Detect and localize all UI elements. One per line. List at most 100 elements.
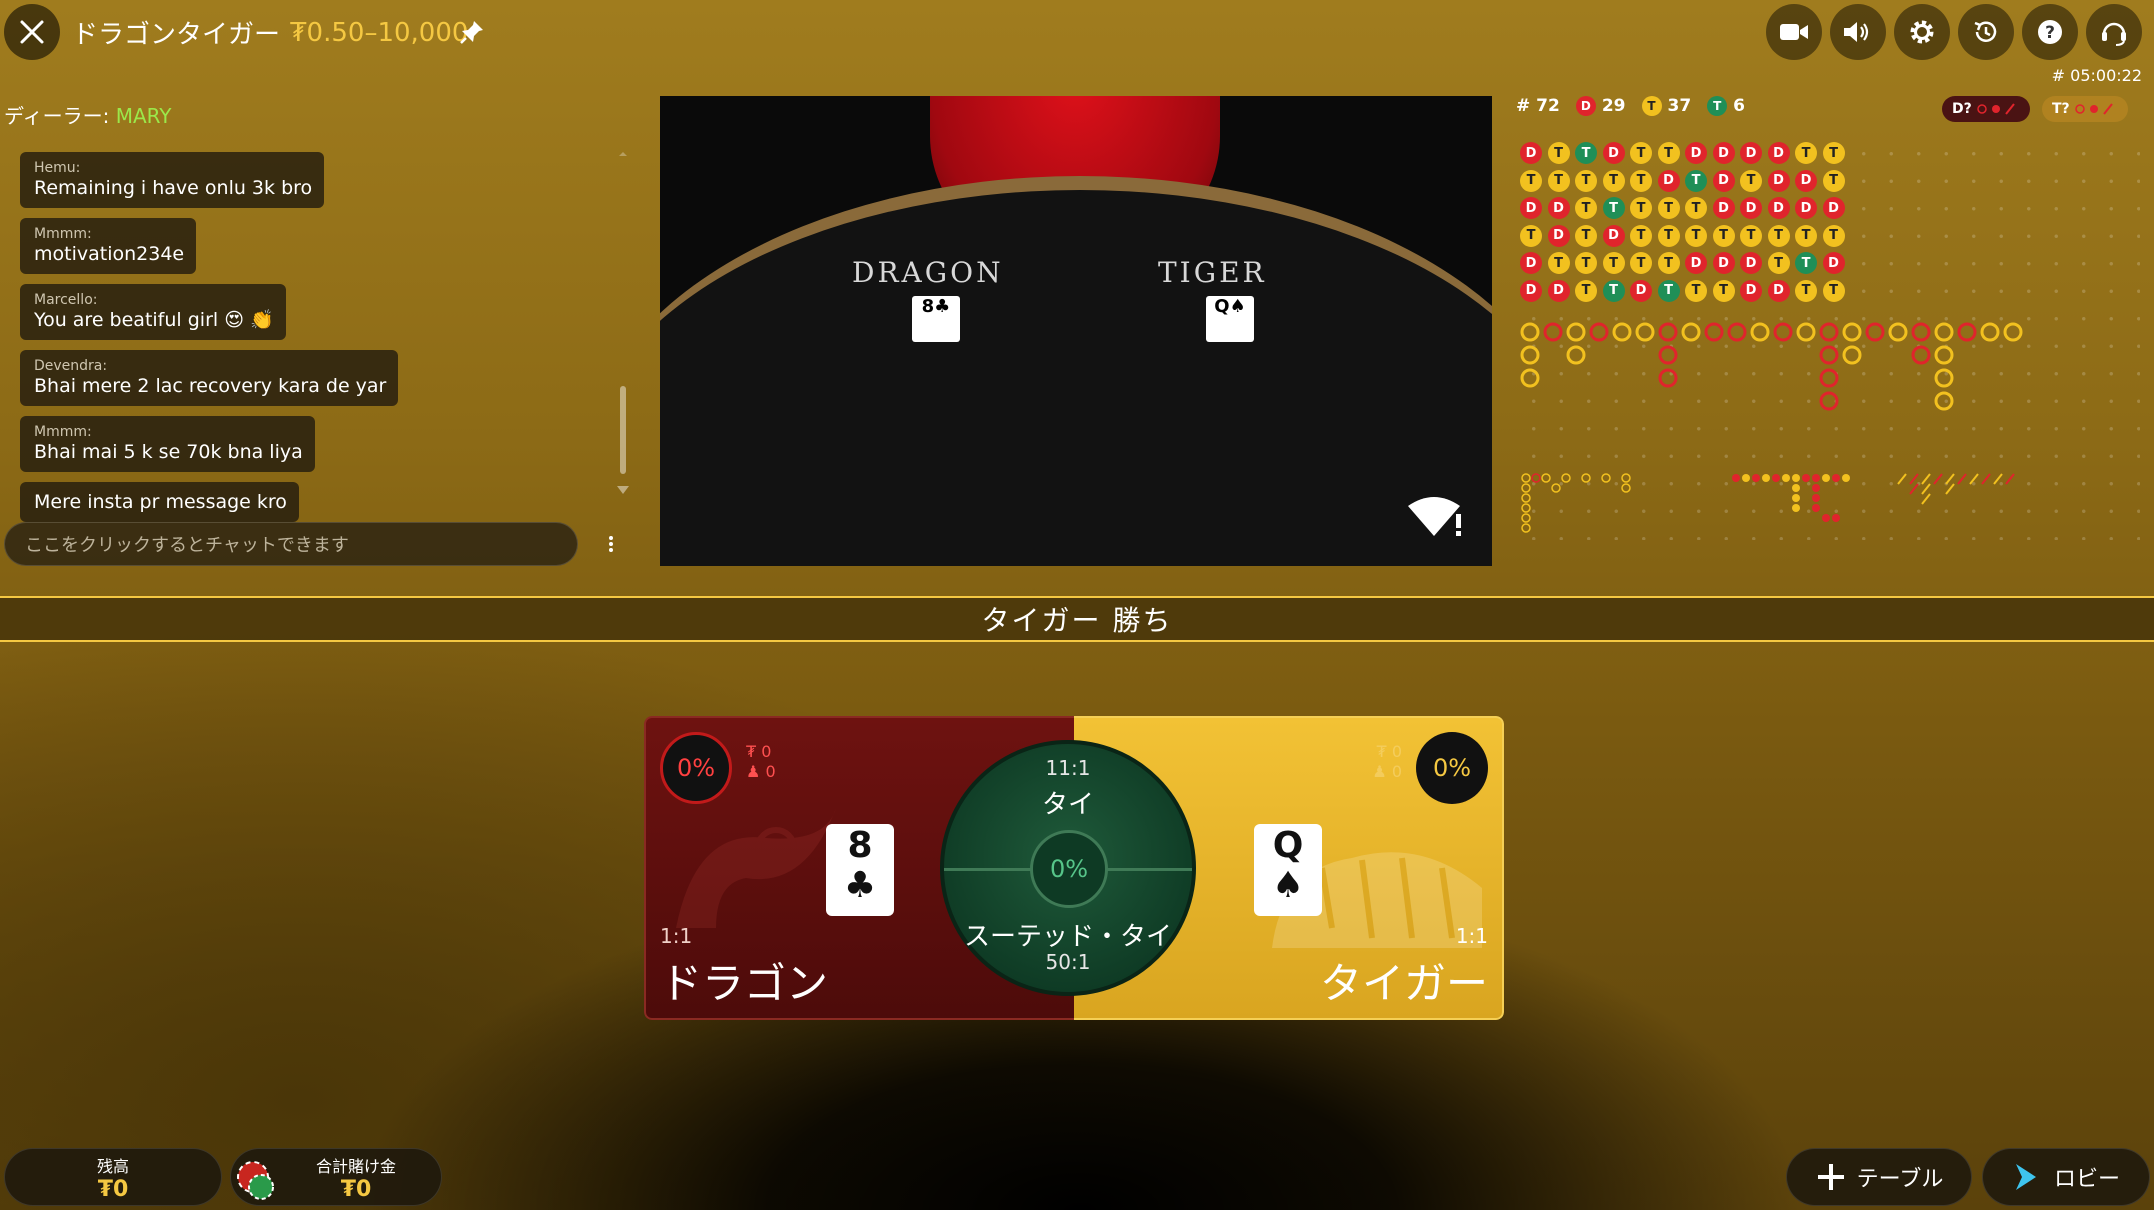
bead-road-cell: T [1575, 279, 1597, 302]
ask-tiger-label: T? [2052, 101, 2070, 117]
bead-road-cell: D [1712, 142, 1735, 164]
video-dragon-card: 8♣ [912, 296, 960, 342]
tiger-label: タイガー [1319, 959, 1488, 1008]
gear-icon [1910, 20, 1934, 44]
speaker-icon [1844, 22, 1869, 42]
bead-road-cell: T [1685, 279, 1707, 302]
shoe-stats: # 72 D 29 T 37 T6 [1516, 96, 1745, 116]
bead-road-cell: T [1740, 169, 1762, 192]
bead-road-cell: T [1575, 252, 1597, 274]
bead-road-cell: D [1740, 142, 1762, 164]
tie-dot-icon: T [1707, 96, 1728, 116]
dragon-stat: D 29 [1575, 96, 1626, 116]
bead-road-cell: T [1602, 252, 1625, 274]
video-tiger-label: TIGER [1158, 256, 1267, 289]
ask-tiger-button[interactable]: T? [2042, 96, 2128, 122]
add-table-button[interactable]: テーブル [1786, 1148, 1972, 1206]
tiger-player-count: 0 [1391, 762, 1402, 781]
history-icon [1974, 21, 1997, 42]
bead-road-cell: T [1822, 224, 1845, 247]
bead-road-cell: D [1520, 252, 1542, 274]
bead-road-cell: D [1685, 142, 1707, 164]
chat-menu-icon[interactable] [602, 530, 620, 558]
bead-road[interactable]: DTTDTTDDDDTTTTTTTDTDTDDTDDTTTTTDDDDDTDTD… [1520, 142, 1850, 307]
headset-icon [2102, 22, 2126, 46]
help-button[interactable]: ? [2022, 4, 2078, 60]
tie-bet-spot[interactable]: 11:1 タイ 0% スーテッド・タイ 50:1 [940, 740, 1196, 996]
bead-road-cell: D [1740, 252, 1762, 274]
close-button[interactable] [4, 4, 60, 60]
video-tiger-card: Q♠ [1206, 296, 1254, 342]
chat-message: Devendra: Bhai mere 2 lac recovery kara d… [20, 350, 399, 406]
bead-road-cell: T [1795, 224, 1817, 247]
chat-text: Remaining i have onlu 3k bro [34, 177, 313, 199]
suited-tie-label[interactable]: スーテッド・タイ [944, 916, 1192, 953]
ask-dragon-preview-icon [1977, 103, 2015, 115]
dragon-card: 8 ♣ [826, 824, 894, 916]
bead-road-cell: D [1547, 197, 1570, 219]
big-road[interactable] [1518, 320, 2058, 420]
tie-percentage: 0% [1030, 830, 1108, 908]
chat-message: Mere insta pr message kro [20, 482, 299, 522]
bead-road-cell: D [1712, 169, 1735, 192]
player-icon: ♟ [746, 762, 761, 781]
bead-road-cell: T [1630, 197, 1652, 219]
tiger-players: ♟ 0 [1372, 762, 1402, 782]
result-text: タイガー 勝ち [981, 604, 1173, 637]
chat-scrollbar[interactable] [616, 150, 630, 500]
settings-button[interactable] [1894, 4, 1950, 60]
bead-road-cell: T [1822, 169, 1845, 192]
bead-road-cell: D [1712, 252, 1735, 274]
chat-input[interactable]: ここをクリックするとチャットできます [4, 522, 578, 566]
chat-message: Marcello: You are beatiful girl 😍 👏 [20, 284, 286, 340]
result-banner: タイガー 勝ち [0, 596, 2154, 642]
ask-dragon-button[interactable]: D? [1942, 96, 2030, 122]
bead-road-cell: D [1685, 252, 1707, 274]
help-icon: ? [2038, 20, 2062, 44]
bead-road-cell: D [1740, 279, 1762, 302]
bead-road-cell: D [1767, 142, 1790, 164]
top-toolbar: ? [1766, 4, 2142, 60]
lobby-button[interactable]: ロビー [1982, 1148, 2150, 1206]
svg-text:?: ? [2045, 23, 2055, 43]
balance-value: ₮0 [97, 1176, 129, 1202]
bead-road-cell: D [1547, 279, 1570, 302]
dragon-dot-icon: D [1575, 96, 1596, 116]
tiger-card: Q ♠ [1254, 824, 1322, 916]
bead-road-cell: T [1520, 169, 1542, 192]
tiger-card-rank: Q [1272, 825, 1304, 866]
video-camera-icon [1780, 24, 1808, 40]
video-button[interactable] [1766, 4, 1822, 60]
bead-road-cell: T [1685, 169, 1707, 192]
bead-road-cell: T [1767, 224, 1790, 247]
tiger-stat: T 37 [1641, 96, 1691, 116]
bead-road-cell: T [1657, 279, 1680, 302]
bead-road-cell: T [1547, 252, 1570, 274]
bead-road-cell: T [1657, 252, 1680, 274]
chat-messages: Hemu: Remaining i have onlu 3k bro Mmmm: m… [20, 152, 620, 532]
betting-panel: 0% ₮ 0 ♟ 0 8 ♣ 1:1 ドラゴン 0% ₮ 0 ♟ 0 Q ♠ 1… [644, 716, 1504, 1020]
tiger-bet-summary: ₮ 0 ♟ 0 [1372, 742, 1402, 782]
ask-dragon-label: D? [1952, 101, 1972, 117]
bead-road-cell: T [1740, 224, 1762, 247]
chat-message: Mmmm: motivation234e [20, 218, 197, 274]
chat-text: Bhai mere 2 lac recovery kara de yar [34, 375, 387, 397]
live-video[interactable]: DRAGON TIGER 8♣ Q♠ [660, 96, 1492, 566]
spade-icon: ♠ [1271, 865, 1305, 906]
total-bet-value: ₮0 [340, 1176, 372, 1202]
balance-display: 残高 ₮0 [4, 1148, 222, 1206]
bead-road-cell: T [1795, 142, 1817, 164]
dragon-player-count: 0 [765, 762, 776, 781]
support-button[interactable] [2086, 4, 2142, 60]
chat-user: Devendra: [34, 358, 108, 374]
total-bet-label: 合計賭け金 [315, 1156, 396, 1176]
add-table-label: テーブル [1856, 1167, 1944, 1192]
dragon-players: ♟ 0 [746, 762, 776, 782]
chat-text: Mere insta pr message kro [34, 491, 287, 513]
history-button[interactable] [1958, 4, 2014, 60]
bead-road-cell: T [1547, 169, 1570, 192]
sound-button[interactable] [1830, 4, 1886, 60]
bead-road-cell: T [1520, 224, 1542, 247]
bead-road-cell: T [1602, 169, 1625, 192]
pin-icon[interactable] [458, 18, 486, 46]
